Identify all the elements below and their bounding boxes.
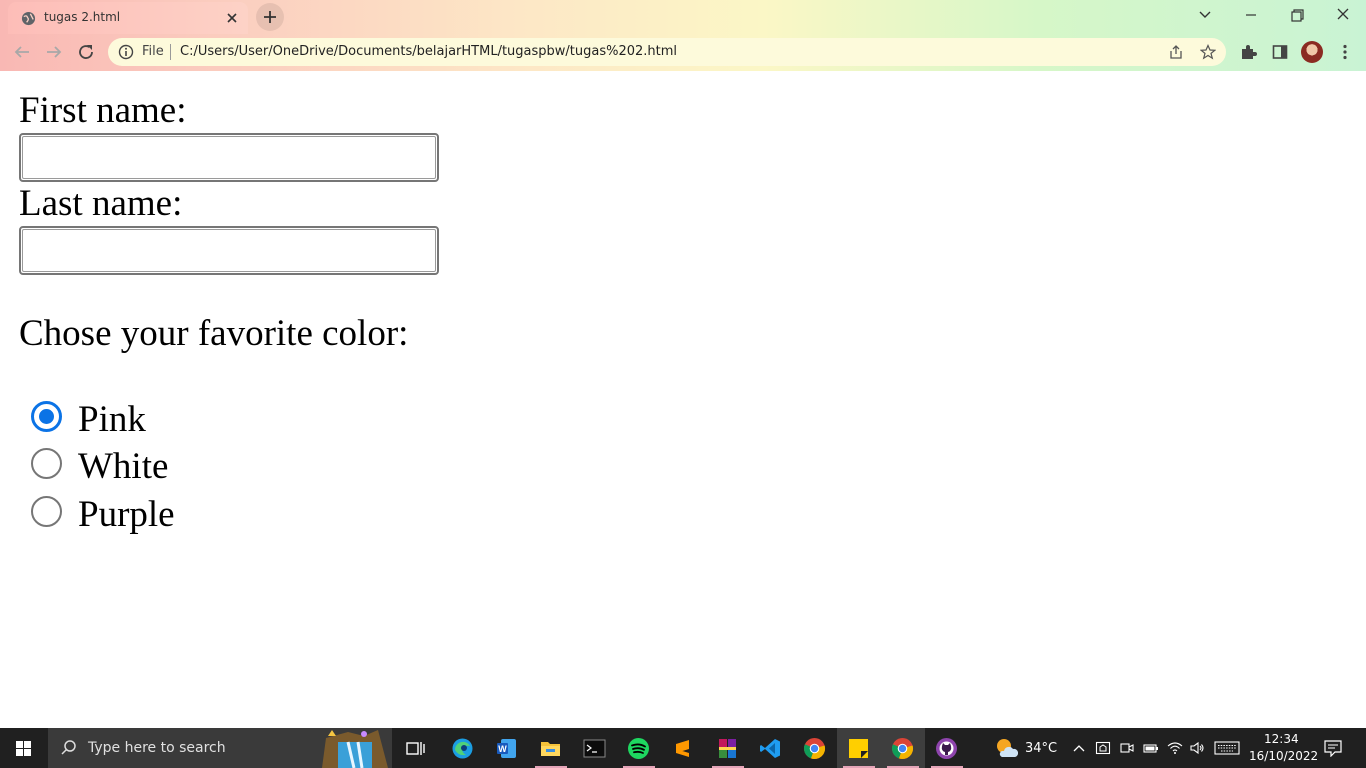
taskbar-task-view[interactable]: [394, 728, 438, 768]
plus-icon: [264, 11, 276, 23]
camera-icon[interactable]: [1119, 740, 1135, 756]
back-icon[interactable]: [10, 40, 34, 64]
radio-purple-label[interactable]: Purple: [78, 495, 175, 535]
weather-sun-cloud-icon[interactable]: [994, 737, 1018, 759]
taskbar-terminal[interactable]: [573, 728, 617, 768]
chrome-icon: [891, 738, 914, 760]
taskbar-sublime-text[interactable]: [661, 728, 705, 768]
radio-pink-label[interactable]: Pink: [78, 400, 146, 440]
clock-date[interactable]: 16/10/2022: [1249, 749, 1318, 763]
color-prompt: Chose your favorite color:: [19, 313, 409, 354]
profile-avatar[interactable]: [1301, 41, 1323, 63]
windows-taskbar: Type here to search W 34°C 12:34 16/10/2…: [0, 728, 1366, 768]
radio-white-label[interactable]: White: [78, 447, 168, 487]
notification-center-icon[interactable]: [1323, 739, 1343, 757]
svg-text:W: W: [498, 744, 507, 754]
search-highlight-illustration: [322, 730, 388, 768]
new-tab-button[interactable]: [256, 3, 284, 31]
taskbar-chrome-active[interactable]: [881, 728, 925, 768]
browser-chrome: tugas 2.html File C:/Users/User/OneDrive…: [0, 0, 1366, 71]
wifi-icon[interactable]: [1167, 740, 1183, 756]
chrome-icon: [803, 738, 826, 760]
winrar-icon: [719, 739, 736, 758]
sticky-notes-icon: [849, 739, 868, 758]
info-icon[interactable]: [118, 44, 134, 60]
first-name-label: First name:: [19, 90, 187, 131]
word-icon: W: [497, 739, 516, 758]
browser-toolbar: File C:/Users/User/OneDrive/Documents/be…: [0, 34, 1366, 71]
last-name-input[interactable]: [19, 226, 439, 275]
chevron-up-icon[interactable]: [1071, 740, 1087, 756]
address-bar[interactable]: File C:/Users/User/OneDrive/Documents/be…: [108, 38, 1226, 66]
share-icon[interactable]: [1168, 44, 1184, 60]
forward-icon[interactable]: [42, 40, 66, 64]
search-icon: [61, 740, 76, 755]
bookmark-star-icon[interactable]: [1200, 44, 1216, 60]
radio-white[interactable]: [31, 448, 62, 479]
taskbar-edge[interactable]: [441, 728, 485, 768]
sublime-text-icon: [676, 740, 689, 757]
weather-temperature[interactable]: 34°C: [1025, 741, 1057, 756]
window-close-icon[interactable]: [1329, 4, 1357, 26]
last-name-label: Last name:: [19, 183, 183, 224]
page-content: First name: Last name: Chose your favori…: [0, 71, 1366, 728]
volume-icon[interactable]: [1189, 740, 1205, 756]
vscode-icon: [760, 739, 780, 758]
taskbar-search[interactable]: Type here to search: [48, 728, 392, 768]
side-panel-icon[interactable]: [1271, 43, 1289, 61]
meet-now-icon[interactable]: [1095, 740, 1111, 756]
terminal-icon: [583, 739, 606, 758]
battery-icon[interactable]: [1143, 740, 1159, 756]
close-icon[interactable]: [224, 10, 240, 26]
reload-icon[interactable]: [74, 40, 98, 64]
radio-purple[interactable]: [31, 496, 62, 527]
more-menu-icon[interactable]: [1336, 43, 1354, 61]
taskbar-chrome[interactable]: [793, 728, 837, 768]
taskbar-word[interactable]: W: [485, 728, 529, 768]
browser-tab[interactable]: tugas 2.html: [8, 2, 248, 34]
edge-icon: [452, 738, 473, 759]
windows-logo-icon: [16, 741, 31, 756]
extensions-icon[interactable]: [1239, 43, 1257, 61]
first-name-input[interactable]: [19, 133, 439, 182]
radio-pink[interactable]: [31, 401, 62, 432]
taskbar-spotify[interactable]: [617, 728, 661, 768]
restore-icon[interactable]: [1283, 4, 1311, 26]
github-desktop-icon: [936, 738, 957, 759]
taskbar-file-explorer[interactable]: [529, 728, 573, 768]
taskbar-sticky-notes[interactable]: [837, 728, 881, 768]
folder-icon: [541, 742, 560, 756]
keyboard-icon[interactable]: [1214, 741, 1240, 755]
task-view-icon: [406, 742, 425, 755]
url-separator: [170, 44, 171, 60]
start-button[interactable]: [0, 728, 48, 768]
taskbar-github-desktop[interactable]: [925, 728, 969, 768]
taskbar-vscode[interactable]: [749, 728, 793, 768]
url-scheme-label: File: [142, 44, 164, 59]
url-text[interactable]: C:/Users/User/OneDrive/Documents/belajar…: [180, 44, 677, 59]
taskbar-winrar[interactable]: [706, 728, 750, 768]
globe-icon: [21, 11, 36, 26]
minimize-icon[interactable]: [1237, 4, 1265, 26]
spotify-icon: [628, 738, 649, 759]
tab-search-icon[interactable]: [1191, 4, 1219, 26]
tab-title: tugas 2.html: [44, 10, 121, 24]
clock-time[interactable]: 12:34: [1264, 732, 1299, 746]
search-placeholder: Type here to search: [88, 740, 226, 756]
